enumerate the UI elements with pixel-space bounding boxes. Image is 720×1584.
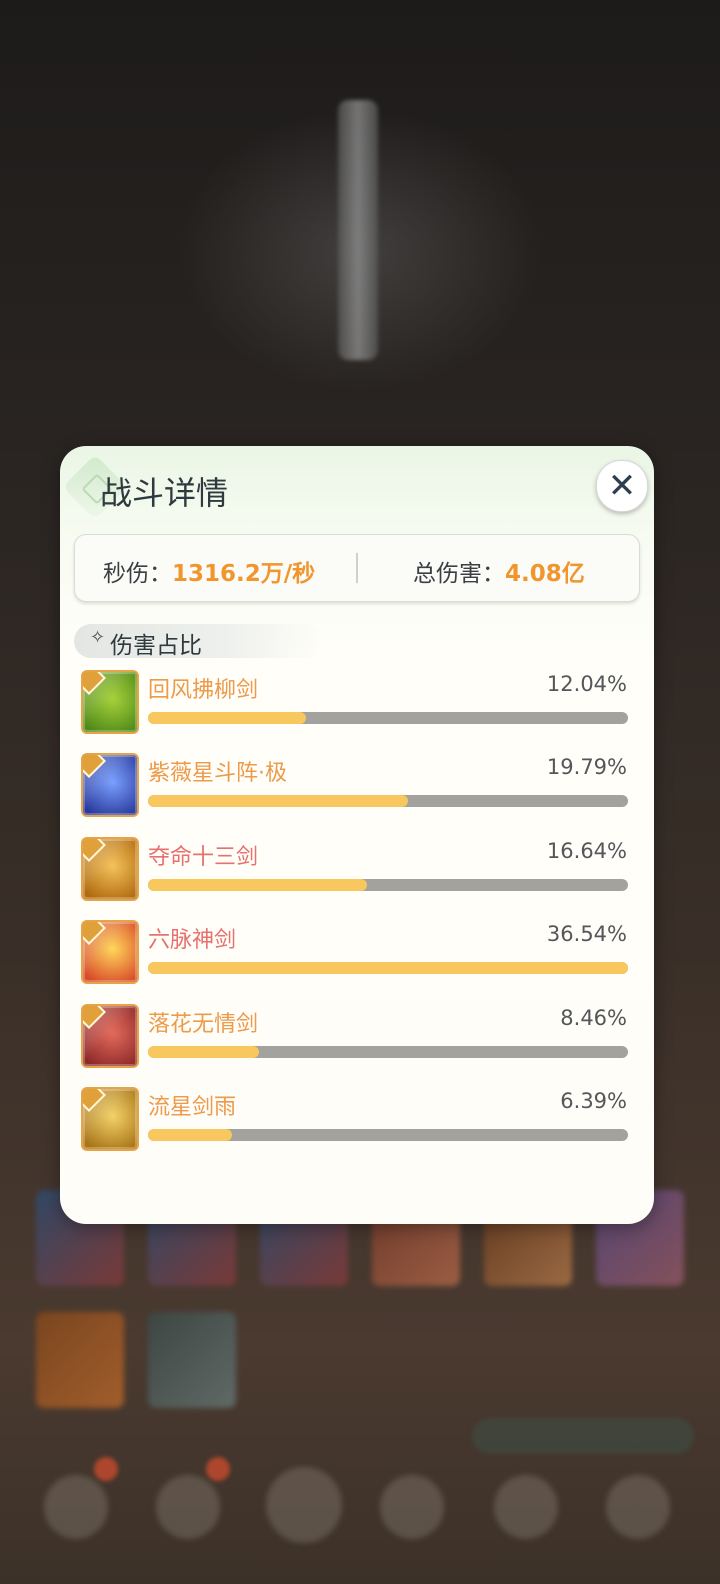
skill-damage-percent: 12.04% xyxy=(546,672,627,696)
skill-name: 夺命十三剑 xyxy=(148,844,259,870)
dialog-title: 战斗详情 xyxy=(100,474,229,512)
skill-damage-percent: 6.39% xyxy=(560,1089,627,1113)
background-card xyxy=(148,1312,236,1408)
background-nav-badge xyxy=(206,1457,230,1481)
defeat-banner-blurred xyxy=(215,195,515,335)
damage-bar-track xyxy=(148,712,628,724)
total-damage-stat: 总伤害：4.08亿 xyxy=(413,554,585,588)
skill-damage-percent: 19.79% xyxy=(546,755,627,780)
total-damage-value: 4.08亿 xyxy=(505,561,585,587)
damage-bar-fill xyxy=(148,878,367,891)
background-nav-button xyxy=(44,1475,108,1539)
skill-row: 夺命十三剑 16.64% xyxy=(60,835,654,919)
dps-stat: 秒伤：1316.2万/秒 xyxy=(103,554,315,588)
damage-share-section-header: ✧ 伤害占比 xyxy=(74,624,324,659)
skill-name: 回风拂柳剑 xyxy=(148,678,259,703)
background-nav-button xyxy=(380,1475,444,1539)
damage-stats-box: 秒伤：1316.2万/秒 总伤害：4.08亿 xyxy=(74,534,640,602)
skill-row: 六脉神剑 36.54% xyxy=(60,918,654,1002)
close-icon: ✕ xyxy=(607,466,637,506)
close-button[interactable]: ✕ xyxy=(596,460,648,512)
damage-bar-track xyxy=(148,962,628,975)
skill-row: 回风拂柳剑 12.04% xyxy=(60,668,654,752)
skill-name: 六脉神剑 xyxy=(148,928,237,954)
skill-row: 落花无情剑 8.46% xyxy=(60,1002,654,1086)
meteor-sword-rain-skill-icon xyxy=(81,1087,139,1151)
background-nav-button xyxy=(494,1475,558,1539)
skill-damage-percent: 36.54% xyxy=(546,922,627,947)
diamond-sparkle-icon: ✧ xyxy=(90,627,106,648)
section-label: 伤害占比 xyxy=(110,633,202,659)
falling-blossom-sword-skill-icon xyxy=(81,1003,139,1068)
star-array-skill-icon xyxy=(81,753,139,818)
skill-damage-percent: 8.46% xyxy=(560,1005,627,1030)
dps-value: 1316.2万/秒 xyxy=(172,561,316,587)
background-nav-button xyxy=(606,1475,670,1539)
stats-divider xyxy=(356,553,358,583)
dps-label: 秒伤： xyxy=(103,561,172,587)
damage-bar-fill xyxy=(148,1129,232,1141)
damage-bar-fill xyxy=(148,1045,260,1058)
background-nav-button xyxy=(266,1467,342,1543)
damage-bar-track xyxy=(148,1129,628,1141)
skill-row: 紫薇星斗阵·极 19.79% xyxy=(60,751,654,835)
wind-swirl-skill-icon xyxy=(81,670,139,734)
damage-bar-track xyxy=(148,795,628,808)
six-meridian-sword-skill-icon xyxy=(81,920,139,985)
skill-row: 流星剑雨 6.39% xyxy=(60,1085,654,1169)
damage-bar-track xyxy=(148,878,628,891)
damage-bar-fill xyxy=(148,962,628,975)
background-nav-button xyxy=(156,1475,220,1539)
battle-details-dialog: 战斗详情 ✕ 秒伤：1316.2万/秒 总伤害：4.08亿 ✧ 伤害占比 回风拂… xyxy=(60,446,654,1224)
background-card xyxy=(36,1312,124,1408)
skill-name: 流星剑雨 xyxy=(148,1095,237,1120)
skill-name: 紫薇星斗阵·极 xyxy=(148,761,287,787)
skill-name: 落花无情剑 xyxy=(148,1011,259,1037)
thirteen-swords-skill-icon xyxy=(81,836,139,901)
background-nav-badge xyxy=(94,1457,118,1481)
damage-bar-track xyxy=(148,1045,628,1058)
damage-bar-fill xyxy=(148,795,408,808)
damage-bar-fill xyxy=(148,712,307,724)
skill-damage-percent: 16.64% xyxy=(546,838,627,863)
background-bottom-nav xyxy=(0,1445,720,1555)
total-damage-label: 总伤害： xyxy=(413,561,505,587)
